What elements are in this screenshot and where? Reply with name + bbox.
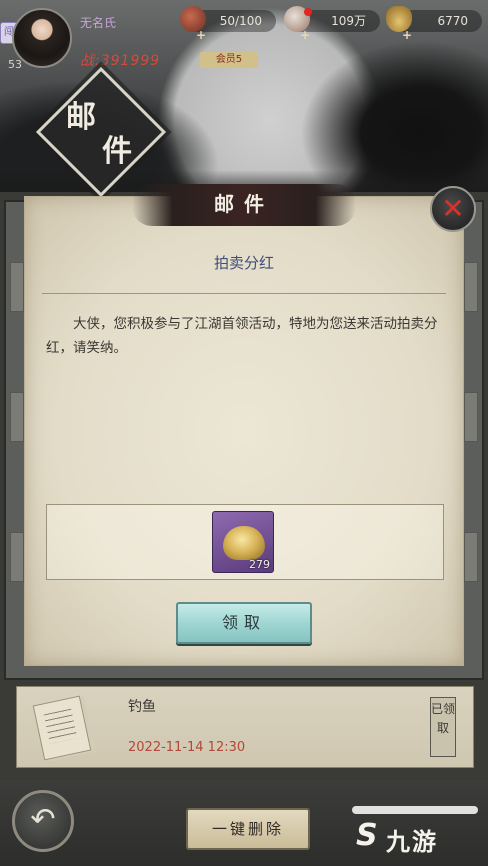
item-quantity: 279 <box>249 558 270 571</box>
mail-sender: 钓鱼 <box>128 699 156 715</box>
gold-ingot-icon <box>223 526 265 560</box>
mail-subject: 拍卖分红 <box>213 254 274 272</box>
claimed-status-badge: 已领取 <box>430 697 456 757</box>
frame-tab <box>464 392 478 442</box>
back-button[interactable]: ↶ <box>12 790 74 852</box>
player-level: 53 <box>8 58 22 71</box>
resource-value: 109万 <box>331 14 366 28</box>
page-title-char-2: 件 <box>102 134 132 169</box>
watermark-logo: S 九游 <box>352 806 478 858</box>
resource-gold[interactable]: + 6770 <box>386 6 482 42</box>
resource-value: 50/100 <box>219 14 262 28</box>
watermark-text: 九游 <box>386 828 438 856</box>
divider <box>42 293 446 294</box>
mail-date: 2022-11-14 12:30 <box>128 740 246 755</box>
close-button[interactable]: ✕ <box>430 186 476 232</box>
close-icon: ✕ <box>441 192 465 225</box>
player-name: 无名氏 <box>80 16 117 30</box>
frame-tab <box>10 532 24 582</box>
claim-button[interactable]: 领取 <box>176 602 312 644</box>
watermark-mark: S <box>356 818 378 853</box>
frame-tab <box>464 262 478 312</box>
notification-dot <box>304 8 312 16</box>
add-icon[interactable]: + <box>196 24 206 46</box>
frame-tab <box>464 532 478 582</box>
delete-all-button[interactable]: 一键删除 <box>186 808 310 850</box>
resource-stamina[interactable]: + 50/100 <box>180 6 276 42</box>
back-arrow-icon: ↶ <box>30 802 56 837</box>
attachment-item[interactable]: 279 <box>212 511 274 573</box>
add-icon[interactable]: + <box>300 24 310 46</box>
resource-coins[interactable]: + 109万 <box>284 6 380 42</box>
watermark-bar <box>352 806 478 814</box>
resource-value: 6770 <box>437 14 468 28</box>
combat-power: 战:391999 <box>80 53 161 69</box>
mail-body: 大侠，您积极参与了江湖首领活动，特地为您送来活动拍卖分红，请笑纳。 <box>46 316 438 356</box>
vip-badge[interactable]: 会员5 <box>200 52 258 68</box>
frame-tab <box>10 392 24 442</box>
status-text: 已领取 <box>431 702 456 735</box>
mail-panel-title: 邮件 <box>214 192 274 216</box>
frame-tab <box>10 262 24 312</box>
add-icon[interactable]: + <box>402 24 412 46</box>
page-title-char-1: 邮 <box>66 100 96 135</box>
